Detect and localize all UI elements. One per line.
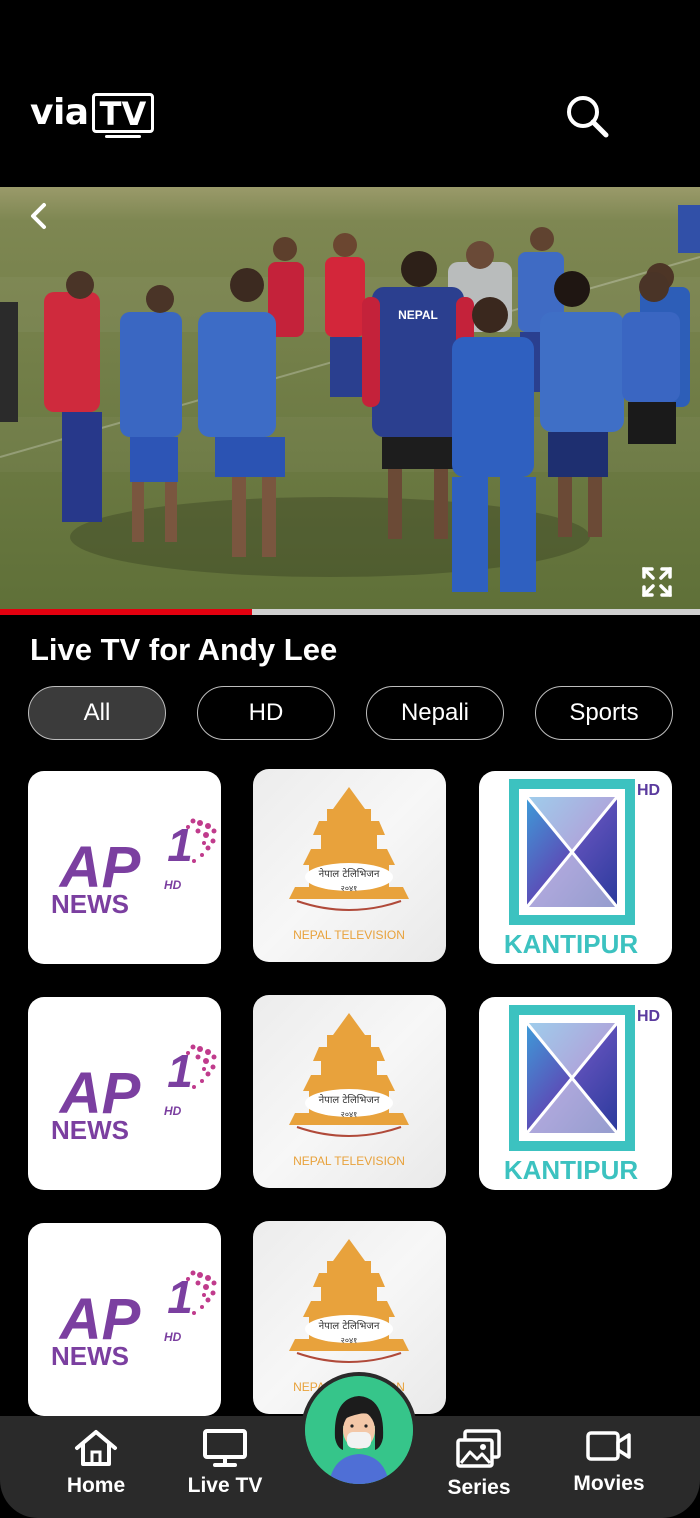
filter-chips: All HD Nepali Sports [28,686,673,740]
ntv-logo-script: नेपाल टेलिभिजन [319,1094,380,1106]
nav-live-tv-label: Live TV [187,1474,263,1497]
section-title: Live TV for Andy Lee [30,632,338,667]
home-icon [75,1430,117,1466]
video-progress-bar[interactable] [0,609,700,615]
channel-card-ap1[interactable]: AP 1 HD NEWS [28,997,221,1190]
filter-chip-all[interactable]: All [28,686,166,740]
images-icon [456,1429,501,1468]
ap1-news-logo: AP 1 HD NEWS [51,1270,217,1371]
logo-suffix: TV [91,92,155,138]
nav-home[interactable]: Home [36,1428,156,1498]
channel-card-ntv[interactable]: नेपाल टेलिभिजन २०४१ NEPAL TELEVISION [253,995,446,1188]
ap1-logo-sub: NEWS [51,1341,129,1371]
kantipur-logo-hd: HD [637,782,660,799]
nav-home-label: Home [66,1474,126,1497]
fullscreen-button[interactable] [640,565,674,599]
ntv-logo: नेपाल टेलिभिजन २०४१ NEPAL TELEVISION [289,787,409,942]
ap1-news-logo: AP 1 HD NEWS [51,1044,217,1145]
ntv-logo-year: २०४१ [341,1336,358,1345]
ntv-logo: नेपाल टेलिभिजन २०४१ NEPAL TELEVISION [289,1013,409,1168]
ntv-logo-sub: NEPAL TELEVISION [293,1154,405,1168]
ap1-logo-hd: HD [164,1330,182,1344]
ap1-logo-hd: HD [164,878,182,892]
kantipur-logo: HD KANTIPUR [504,1005,660,1185]
kantipur-logo-hd: HD [637,1008,660,1025]
channel-card-ntv[interactable]: नेपाल टेलिभिजन २०४१ NEPAL TELEVISION [253,769,446,962]
search-icon [567,96,609,138]
nav-movies-label: Movies [573,1472,645,1495]
ntv-logo-script: नेपाल टेलिभिजन [319,868,380,880]
ntv-logo-script: नेपाल टेलिभिजन [319,1320,380,1332]
nav-live-tv[interactable]: Live TV [165,1428,285,1498]
ap1-logo-hd: HD [164,1104,182,1118]
chevron-left-icon [31,203,46,229]
video-frame: NEPAL [0,187,700,610]
kantipur-logo: HD KANTIPUR [504,779,660,959]
back-button[interactable] [24,201,54,231]
ap1-logo-sub: NEWS [51,889,129,919]
avatar [305,1376,413,1484]
video-camera-icon [586,1431,631,1461]
kantipur-logo-sub: KANTIPUR [504,929,639,959]
channel-card-kantipur[interactable]: HD KANTIPUR [479,997,672,1190]
filter-chip-sports[interactable]: Sports [535,686,673,740]
ap1-logo-number: 1 [167,819,193,871]
filter-chip-hd[interactable]: HD [197,686,335,740]
ntv-logo-year: २०४१ [341,1110,358,1119]
jersey-text: NEPAL [398,308,438,322]
video-progress-fill [0,609,252,615]
channel-card-ap1[interactable]: AP 1 HD NEWS [28,771,221,964]
ap1-news-logo: AP 1 HD NEWS [51,818,217,919]
app-screen: via TV NEPAL Live TV for Andy Lee All HD… [0,0,700,1518]
nav-series[interactable]: Series [419,1428,539,1500]
app-logo[interactable]: via TV [30,92,155,138]
monitor-icon [203,1429,247,1467]
logo-prefix: via [30,92,89,133]
profile-avatar-button[interactable] [301,1372,417,1488]
fullscreen-icon [642,567,672,597]
ap1-logo-number: 1 [167,1271,193,1323]
ap1-logo-number: 1 [167,1045,193,1097]
ntv-logo-sub: NEPAL TELEVISION [293,928,405,942]
ntv-logo-year: २०४१ [341,884,358,893]
channel-card-kantipur[interactable]: HD KANTIPUR [479,771,672,964]
filter-chip-nepali[interactable]: Nepali [366,686,504,740]
kantipur-logo-sub: KANTIPUR [504,1155,639,1185]
ap1-logo-sub: NEWS [51,1115,129,1145]
video-player[interactable]: NEPAL [0,187,700,610]
search-button[interactable] [562,92,612,142]
nav-series-label: Series [447,1476,511,1499]
nav-movies[interactable]: Movies [549,1428,669,1496]
channel-card-ap1[interactable]: AP 1 HD NEWS [28,1223,221,1416]
